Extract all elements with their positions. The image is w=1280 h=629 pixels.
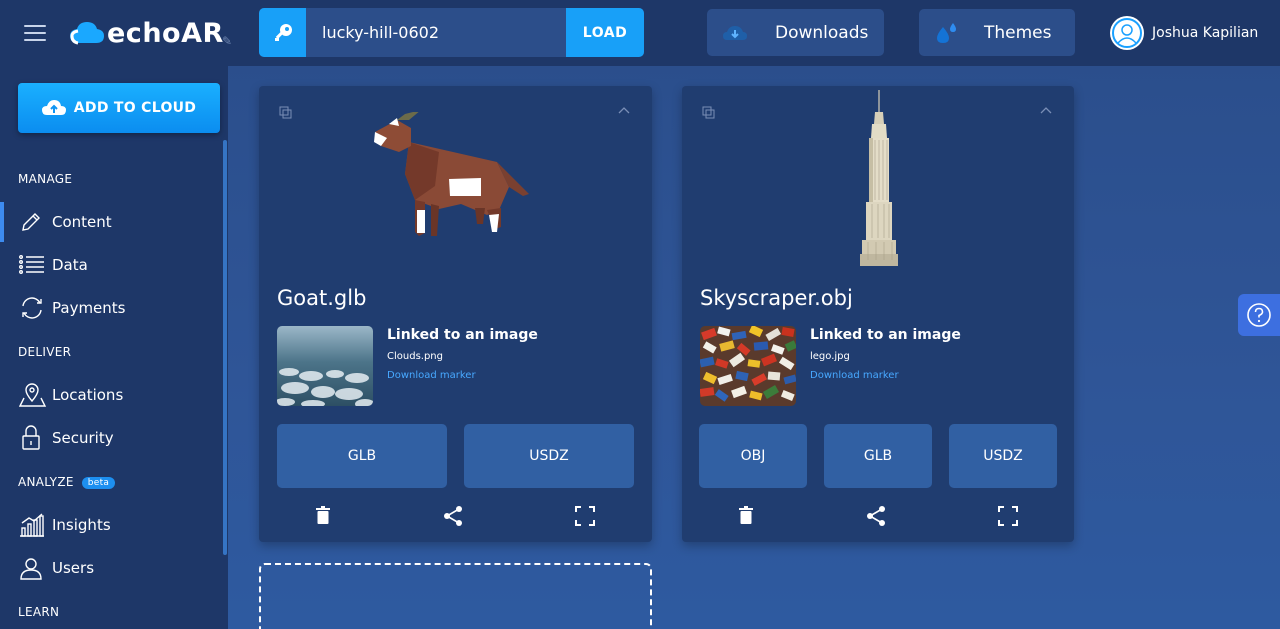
download-cloud-icon (723, 25, 747, 40)
lock-icon (22, 425, 40, 450)
help-question-icon (1247, 303, 1271, 327)
section-title-learn: LEARN (18, 605, 60, 619)
load-button[interactable]: LOAD (566, 8, 644, 57)
sidebar-item-label: Data (52, 256, 88, 274)
help-button[interactable] (1238, 294, 1280, 336)
sidebar-item-data[interactable]: Data (0, 245, 228, 285)
section-title-analyze: ANALYZE beta (18, 475, 116, 489)
sidebar-item-label: Content (52, 213, 112, 231)
format-button-glb[interactable]: GLB (277, 424, 447, 488)
section-title-analyze-label: ANALYZE (18, 475, 74, 489)
cloud-upload-icon (41, 100, 66, 115)
marker-image-filename: Clouds.png (387, 351, 443, 362)
edit-pencil-icon[interactable]: ✎ (222, 34, 232, 48)
downloads-button[interactable]: Downloads (707, 9, 884, 56)
lego-image (700, 326, 796, 406)
menu-icon[interactable] (24, 25, 46, 41)
sidebar-item-insights[interactable]: Insights (0, 505, 228, 545)
sidebar-item-label: Users (52, 559, 95, 577)
sidebar-item-label: Insights (52, 516, 111, 534)
sidebar-item-users[interactable]: Users (0, 548, 228, 588)
download-marker-link[interactable]: Download marker (810, 370, 899, 381)
asset-title: Goat.glb (277, 286, 367, 310)
skyscraper-3d-model[interactable] (858, 90, 898, 266)
sidebar-item-security[interactable]: Security (0, 418, 228, 458)
add-to-cloud-button[interactable]: ADD TO CLOUD (18, 83, 220, 133)
pencil-icon (22, 213, 40, 231)
sidebar-item-payments[interactable]: Payments (0, 288, 228, 328)
linked-to-image-label: Linked to an image (810, 327, 961, 343)
cloud-logo-icon (70, 22, 104, 45)
top-bar: echoAR ✎ LOAD Downloads Themes (0, 0, 1280, 66)
map-pin-icon (19, 383, 47, 407)
marker-image-thumbnail[interactable] (277, 326, 373, 406)
linked-to-image-label: Linked to an image (387, 327, 538, 343)
copy-icon[interactable] (702, 106, 716, 120)
format-button-obj[interactable]: OBJ (699, 424, 807, 488)
chevron-up-icon[interactable] (618, 106, 630, 114)
user-menu[interactable]: Joshua Kapilian (1110, 16, 1258, 50)
trash-icon[interactable] (739, 506, 753, 524)
asset-title: Skyscraper.obj (700, 286, 853, 310)
goat-3d-model[interactable] (369, 112, 534, 242)
user-avatar-icon (1112, 18, 1142, 48)
sidebar-item-content[interactable]: Content (0, 202, 228, 242)
sidebar-item-label: Payments (52, 299, 126, 317)
sidebar-item-label: Locations (52, 386, 124, 404)
asset-card: Goat.glb Linked to an image Clouds.png D… (259, 86, 652, 542)
sidebar-item-label: Security (52, 429, 114, 447)
marker-image-filename: lego.jpg (810, 351, 850, 362)
fullscreen-icon[interactable] (575, 506, 595, 526)
copy-icon[interactable] (279, 106, 293, 120)
user-icon (20, 558, 42, 580)
echoar-logo[interactable]: echoAR (69, 16, 224, 50)
section-title-deliver: DELIVER (18, 345, 72, 359)
section-title-manage: MANAGE (18, 172, 73, 186)
themes-button[interactable]: Themes (919, 9, 1075, 56)
upload-drop-zone[interactable] (259, 563, 652, 629)
download-marker-link[interactable]: Download marker (387, 370, 476, 381)
logo-text: echoAR (107, 17, 224, 49)
api-key-bar: LOAD (259, 8, 644, 57)
fullscreen-icon[interactable] (998, 506, 1018, 526)
bar-chart-icon (20, 513, 44, 537)
share-icon[interactable] (866, 506, 886, 526)
trash-icon[interactable] (316, 506, 330, 524)
user-name: Joshua Kapilian (1152, 25, 1259, 41)
add-to-cloud-label: ADD TO CLOUD (73, 100, 197, 116)
asset-card: Skyscraper.obj Linked to an image lego.j… (682, 86, 1074, 542)
share-icon[interactable] (443, 506, 463, 526)
format-button-usdz[interactable]: USDZ (949, 424, 1057, 488)
refresh-cycle-icon (22, 297, 42, 319)
paint-drops-icon (937, 22, 956, 43)
avatar (1110, 16, 1144, 50)
api-key-input[interactable] (306, 8, 566, 57)
clouds-image (277, 326, 373, 406)
key-icon (259, 8, 306, 57)
marker-image-thumbnail[interactable] (700, 326, 796, 406)
downloads-label: Downloads (775, 22, 869, 43)
format-button-glb[interactable]: GLB (824, 424, 932, 488)
list-icon (19, 255, 44, 274)
beta-badge: beta (81, 476, 116, 489)
sidebar-item-locations[interactable]: Locations (0, 375, 228, 415)
chevron-up-icon[interactable] (1040, 106, 1052, 114)
format-button-usdz[interactable]: USDZ (464, 424, 634, 488)
themes-label: Themes (984, 22, 1052, 43)
